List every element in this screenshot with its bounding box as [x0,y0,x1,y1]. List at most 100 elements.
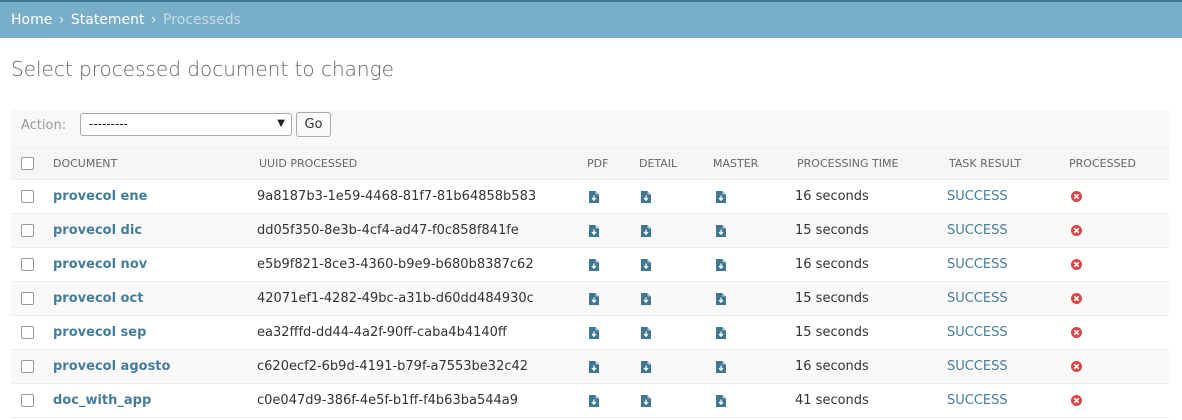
file-download-icon[interactable] [641,258,651,271]
processed-cell [1061,247,1169,282]
row-select-cell [11,247,45,282]
file-download-icon[interactable] [589,326,599,339]
document-link[interactable]: provecol oct [53,291,143,306]
column-header-detail[interactable]: Detail [631,147,705,180]
column-header-document[interactable]: Document [45,147,251,180]
file-download-icon[interactable] [641,190,651,203]
uuid-cell: ea32fffd-dd44-4a2f-90ff-caba4b4140ff [251,315,579,350]
breadcrumb-separator: › [58,12,65,28]
detail-cell [631,281,705,316]
task-result-cell: SUCCESS [941,213,1061,248]
pdf-cell [579,315,631,350]
processing-time-cell: 16 seconds [789,247,941,282]
go-button[interactable]: Go [296,112,331,137]
master-cell [705,213,789,248]
processed-cell [1061,179,1169,214]
table-row: provecol dic dd05f350-8e3b-4cf4-ad47-f0c8… [11,213,1169,248]
detail-cell [631,315,705,350]
task-result-cell: SUCCESS [941,349,1061,384]
file-download-icon[interactable] [641,360,651,373]
file-download-icon[interactable] [589,190,599,203]
task-result-link[interactable]: SUCCESS [947,325,1008,340]
uuid-cell: c0e047d9-386f-4e5f-b1ff-f4b63ba544a9 [251,383,579,418]
document-link[interactable]: provecol ene [53,189,147,204]
task-result-link[interactable]: SUCCESS [947,393,1008,408]
table-row: provecol agosto c620ecf2-6b9d-4191-b79f-a… [11,349,1169,384]
processing-time-cell: 16 seconds [789,349,941,384]
pdf-cell [579,349,631,384]
file-download-icon[interactable] [589,258,599,271]
file-download-icon[interactable] [716,224,726,237]
file-download-icon[interactable] [716,394,726,407]
document-link[interactable]: provecol nov [53,257,147,272]
document-link[interactable]: provecol sep [53,325,146,340]
file-download-icon[interactable] [589,292,599,305]
task-result-link[interactable]: SUCCESS [947,291,1008,306]
actions-bar: Action: --------- ▼ Go [11,110,1169,148]
pdf-cell [579,213,631,248]
row-select-cell [11,281,45,316]
column-header-processing-time[interactable]: Processing time [789,147,941,180]
row-checkbox[interactable] [21,326,34,339]
file-download-icon[interactable] [641,326,651,339]
file-download-icon[interactable] [589,394,599,407]
column-header-pdf[interactable]: PDF [579,147,631,180]
pdf-cell [579,179,631,214]
file-download-icon[interactable] [641,394,651,407]
file-download-icon[interactable] [716,326,726,339]
column-header-processed[interactable]: Processed [1061,147,1169,180]
processing-time-cell: 41 seconds [789,383,941,418]
row-checkbox[interactable] [21,394,34,407]
document-link[interactable]: provecol agosto [53,359,170,374]
file-download-icon[interactable] [641,224,651,237]
row-select-cell [11,315,45,350]
action-label: Action: [21,118,67,133]
file-download-icon[interactable] [716,190,726,203]
file-download-icon[interactable] [716,360,726,373]
table-row: provecol ene 9a8187b3-1e59-4468-81f7-81b6… [11,179,1169,214]
row-checkbox[interactable] [21,360,34,373]
detail-cell [631,213,705,248]
breadcrumb-home[interactable]: Home [11,12,52,28]
file-download-icon[interactable] [641,292,651,305]
row-checkbox[interactable] [21,292,34,305]
processed-cell [1061,281,1169,316]
document-cell: provecol sep [45,315,251,350]
document-cell: provecol oct [45,281,251,316]
row-checkbox[interactable] [21,224,34,237]
file-download-icon[interactable] [589,360,599,373]
table-row: doc_with_app c0e047d9-386f-4e5f-b1ff-f4b6… [11,383,1169,418]
task-result-link[interactable]: SUCCESS [947,189,1008,204]
task-result-link[interactable]: SUCCESS [947,257,1008,272]
table-row: provecol nov e5b9f821-8ce3-4360-b9e9-b680… [11,247,1169,282]
column-header-task-result[interactable]: Task result [941,147,1061,180]
action-select[interactable]: --------- ▼ [80,113,292,136]
row-checkbox[interactable] [21,190,34,203]
column-header-master[interactable]: Master [705,147,789,180]
document-link[interactable]: doc_with_app [53,393,151,408]
uuid-cell: dd05f350-8e3b-4cf4-ad47-f0c858f841fe [251,213,579,248]
uuid-cell: 9a8187b3-1e59-4468-81f7-81b64858b583 [251,179,579,214]
breadcrumb-statement[interactable]: Statement [71,12,145,28]
processing-time-cell: 15 seconds [789,281,941,316]
row-select-cell [11,179,45,214]
column-header-uuid[interactable]: UUID Processed [251,147,579,180]
processed-cell [1061,213,1169,248]
file-download-icon[interactable] [716,258,726,271]
document-cell: doc_with_app [45,383,251,418]
task-result-link[interactable]: SUCCESS [947,223,1008,238]
task-result-link[interactable]: SUCCESS [947,359,1008,374]
row-select-cell [11,349,45,384]
results-table-container: Document UUID Processed PDF Detail Maste… [11,147,1169,418]
document-link[interactable]: provecol dic [53,223,142,238]
document-cell: provecol agosto [45,349,251,384]
row-checkbox[interactable] [21,258,34,271]
select-all-checkbox[interactable] [21,157,34,171]
file-download-icon[interactable] [589,224,599,237]
uuid-cell: e5b9f821-8ce3-4360-b9e9-b680b8387c62 [251,247,579,282]
action-select-value: --------- [89,117,128,131]
processed-no-icon [1071,293,1082,304]
processed-no-icon [1071,395,1082,406]
processed-no-icon [1071,327,1082,338]
file-download-icon[interactable] [716,292,726,305]
